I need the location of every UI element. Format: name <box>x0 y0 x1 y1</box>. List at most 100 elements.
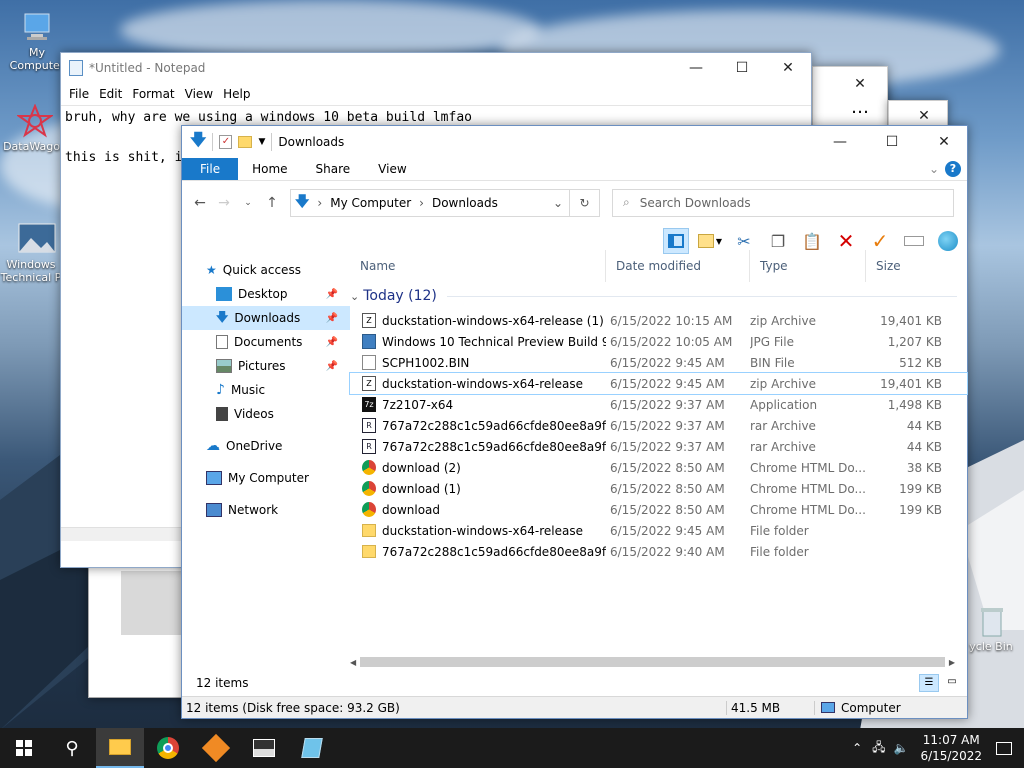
nav-label: Desktop <box>238 287 288 301</box>
nav-quick-access[interactable]: ★ Quick access <box>182 258 350 282</box>
pin-icon[interactable]: 📌 <box>326 361 338 372</box>
forward-icon[interactable]: → <box>212 195 236 211</box>
large-icons-view-icon[interactable]: ▭ <box>943 674 961 692</box>
refresh-icon[interactable]: ↻ <box>570 188 600 217</box>
nav-network[interactable]: Network <box>182 498 350 522</box>
chevron-down-icon: ⌄ <box>350 289 360 303</box>
column-header-type[interactable]: Type <box>750 250 866 282</box>
notepad-titlebar[interactable]: *Untitled - Notepad — ☐ ✕ <box>61 53 811 83</box>
clock[interactable]: 11:07 AM 6/15/2022 <box>920 732 982 764</box>
nav-desktop[interactable]: Desktop 📌 <box>182 282 350 306</box>
maximize-icon[interactable]: ☐ <box>869 127 915 157</box>
column-header-date[interactable]: Date modified <box>606 250 750 282</box>
taskbar-explorer[interactable] <box>96 728 144 768</box>
menu-format[interactable]: Format <box>130 87 182 101</box>
taskbar-chrome[interactable] <box>144 728 192 768</box>
file-type: Chrome HTML Do... <box>750 481 866 496</box>
download-arrow-icon: 🡇 <box>216 309 229 324</box>
network-tray-icon[interactable]: 🖧 <box>872 738 885 759</box>
details-view-icon[interactable]: ☰ <box>919 674 939 692</box>
chevron-up-icon[interactable]: ⌃ <box>852 741 862 755</box>
menu-edit[interactable]: Edit <box>97 87 130 101</box>
minimize-icon[interactable]: — <box>673 53 719 83</box>
close-icon[interactable]: ✕ <box>765 53 811 83</box>
file-row[interactable]: R 767a72c288c1c59ad66cfde80ee8a9f87c1e...… <box>350 436 967 457</box>
pin-icon[interactable]: 📌 <box>326 313 338 324</box>
chrome-icon <box>362 481 376 496</box>
scroll-left-icon[interactable]: ◀ <box>350 658 356 667</box>
file-row[interactable]: download (1) 6/15/2022 8:50 AM Chrome HTML… <box>350 478 967 499</box>
tab-home[interactable]: Home <box>238 158 301 180</box>
breadcrumb-my-computer[interactable]: My Computer <box>330 196 411 210</box>
back-icon[interactable]: ← <box>188 195 212 211</box>
chevron-down-icon[interactable]: ⌄ <box>923 158 945 180</box>
group-divider <box>446 295 957 297</box>
close-icon[interactable]: ✕ <box>837 69 883 99</box>
nav-videos[interactable]: Videos <box>182 402 350 426</box>
start-button[interactable] <box>0 728 48 768</box>
search-input[interactable]: ⌕ Search Downloads <box>612 188 954 217</box>
file-row[interactable]: Windows 10 Technical Preview Build 9926.… <box>350 331 967 352</box>
tab-view[interactable]: View <box>364 158 420 180</box>
file-row[interactable]: R 767a72c288c1c59ad66cfde80ee8a9f87c1e...… <box>350 415 967 436</box>
file-row[interactable]: duckstation-windows-x64-release 6/15/2022… <box>350 520 967 541</box>
tab-file[interactable]: File <box>182 158 239 180</box>
address-dropdown-icon[interactable]: ⌄ <box>553 196 563 210</box>
file-name-cell: Windows 10 Technical Preview Build 9926.… <box>350 334 606 349</box>
notifications-icon[interactable] <box>996 741 1012 755</box>
file-type: rar Archive <box>750 418 816 433</box>
file-type: JPG File <box>750 334 794 349</box>
properties-icon[interactable]: ✓ <box>219 135 233 149</box>
group-header-today[interactable]: ⌄ Today (12) <box>350 282 967 310</box>
explorer-window[interactable]: 🡇 ✓ ▼ Downloads — ☐ ✕ File Home Share Vi… <box>181 125 968 719</box>
breadcrumb-downloads[interactable]: Downloads <box>432 196 498 210</box>
file-row[interactable]: Zduckstation-windows-x64-release (1) 6/15… <box>350 310 967 331</box>
nav-onedrive[interactable]: ☁ OneDrive <box>182 434 350 458</box>
recent-locations-icon[interactable]: ⌄ <box>236 198 260 208</box>
nav-pictures[interactable]: Pictures 📌 <box>182 354 350 378</box>
up-icon[interactable]: ↑ <box>260 195 284 211</box>
status-bar: 12 items ☰ ▭ <box>182 670 967 696</box>
scrollbar-thumb[interactable] <box>360 657 945 667</box>
column-header-size[interactable]: Size <box>866 250 946 282</box>
file-row[interactable]: 767a72c288c1c59ad66cfde80ee8a9f87c1e... 6… <box>350 541 967 562</box>
background-window-2[interactable]: ✕ … <box>812 66 888 126</box>
chrome-icon <box>362 460 376 475</box>
search-button[interactable]: ⚲ <box>48 728 96 768</box>
pin-icon[interactable]: 📌 <box>326 337 338 348</box>
nav-music[interactable]: ♪ Music <box>182 378 350 402</box>
file-row[interactable]: 7z 7z2107-x64 6/15/2022 9:37 AM Application… <box>350 394 967 415</box>
explorer-titlebar[interactable]: 🡇 ✓ ▼ Downloads — ☐ ✕ <box>182 126 967 158</box>
pin-icon[interactable]: 📌 <box>326 289 338 300</box>
file-row[interactable]: download (2) 6/15/2022 8:50 AM Chrome HTML… <box>350 457 967 478</box>
volume-icon[interactable]: 🔈 <box>894 741 909 755</box>
file-row[interactable]: Zduckstation-windows-x64-release 6/15/202… <box>349 372 968 395</box>
close-icon[interactable]: ✕ <box>921 127 967 157</box>
breadcrumb-separator-icon[interactable]: › <box>419 196 424 210</box>
file-row[interactable]: download 6/15/2022 8:50 AM Chrome HTML Do.… <box>350 499 967 520</box>
nav-downloads[interactable]: 🡇 Downloads 📌 <box>182 306 350 330</box>
file-size: 44 KB <box>906 439 942 454</box>
pictures-icon <box>216 359 232 373</box>
column-header-name[interactable]: Name <box>350 250 606 282</box>
taskbar-photos[interactable] <box>240 728 288 768</box>
scroll-right-icon[interactable]: ▶ <box>949 658 955 667</box>
tab-share[interactable]: Share <box>302 158 365 180</box>
taskbar-app-orange[interactable] <box>192 728 240 768</box>
customize-qat-icon[interactable]: ▼ <box>258 137 265 147</box>
new-folder-icon[interactable] <box>238 136 253 148</box>
taskbar-notepad[interactable] <box>288 728 336 768</box>
more-icon[interactable]: … <box>851 97 869 118</box>
menu-view[interactable]: View <box>183 87 221 101</box>
horizontal-scrollbar[interactable]: ◀ ▶ <box>350 654 955 670</box>
menu-file[interactable]: File <box>67 87 97 101</box>
file-row[interactable]: SCPH1002.BIN 6/15/2022 9:45 AM BIN File 512… <box>350 352 967 373</box>
help-icon[interactable]: ? <box>945 161 961 177</box>
nav-my-computer[interactable]: My Computer <box>182 466 350 490</box>
maximize-icon[interactable]: ☐ <box>719 53 765 83</box>
nav-documents[interactable]: Documents 📌 <box>182 330 350 354</box>
address-bar[interactable]: 🡇 › My Computer › Downloads ⌄ <box>290 188 570 217</box>
breadcrumb-separator-icon[interactable]: › <box>317 196 322 210</box>
minimize-icon[interactable]: — <box>817 127 863 157</box>
menu-help[interactable]: Help <box>221 87 258 101</box>
